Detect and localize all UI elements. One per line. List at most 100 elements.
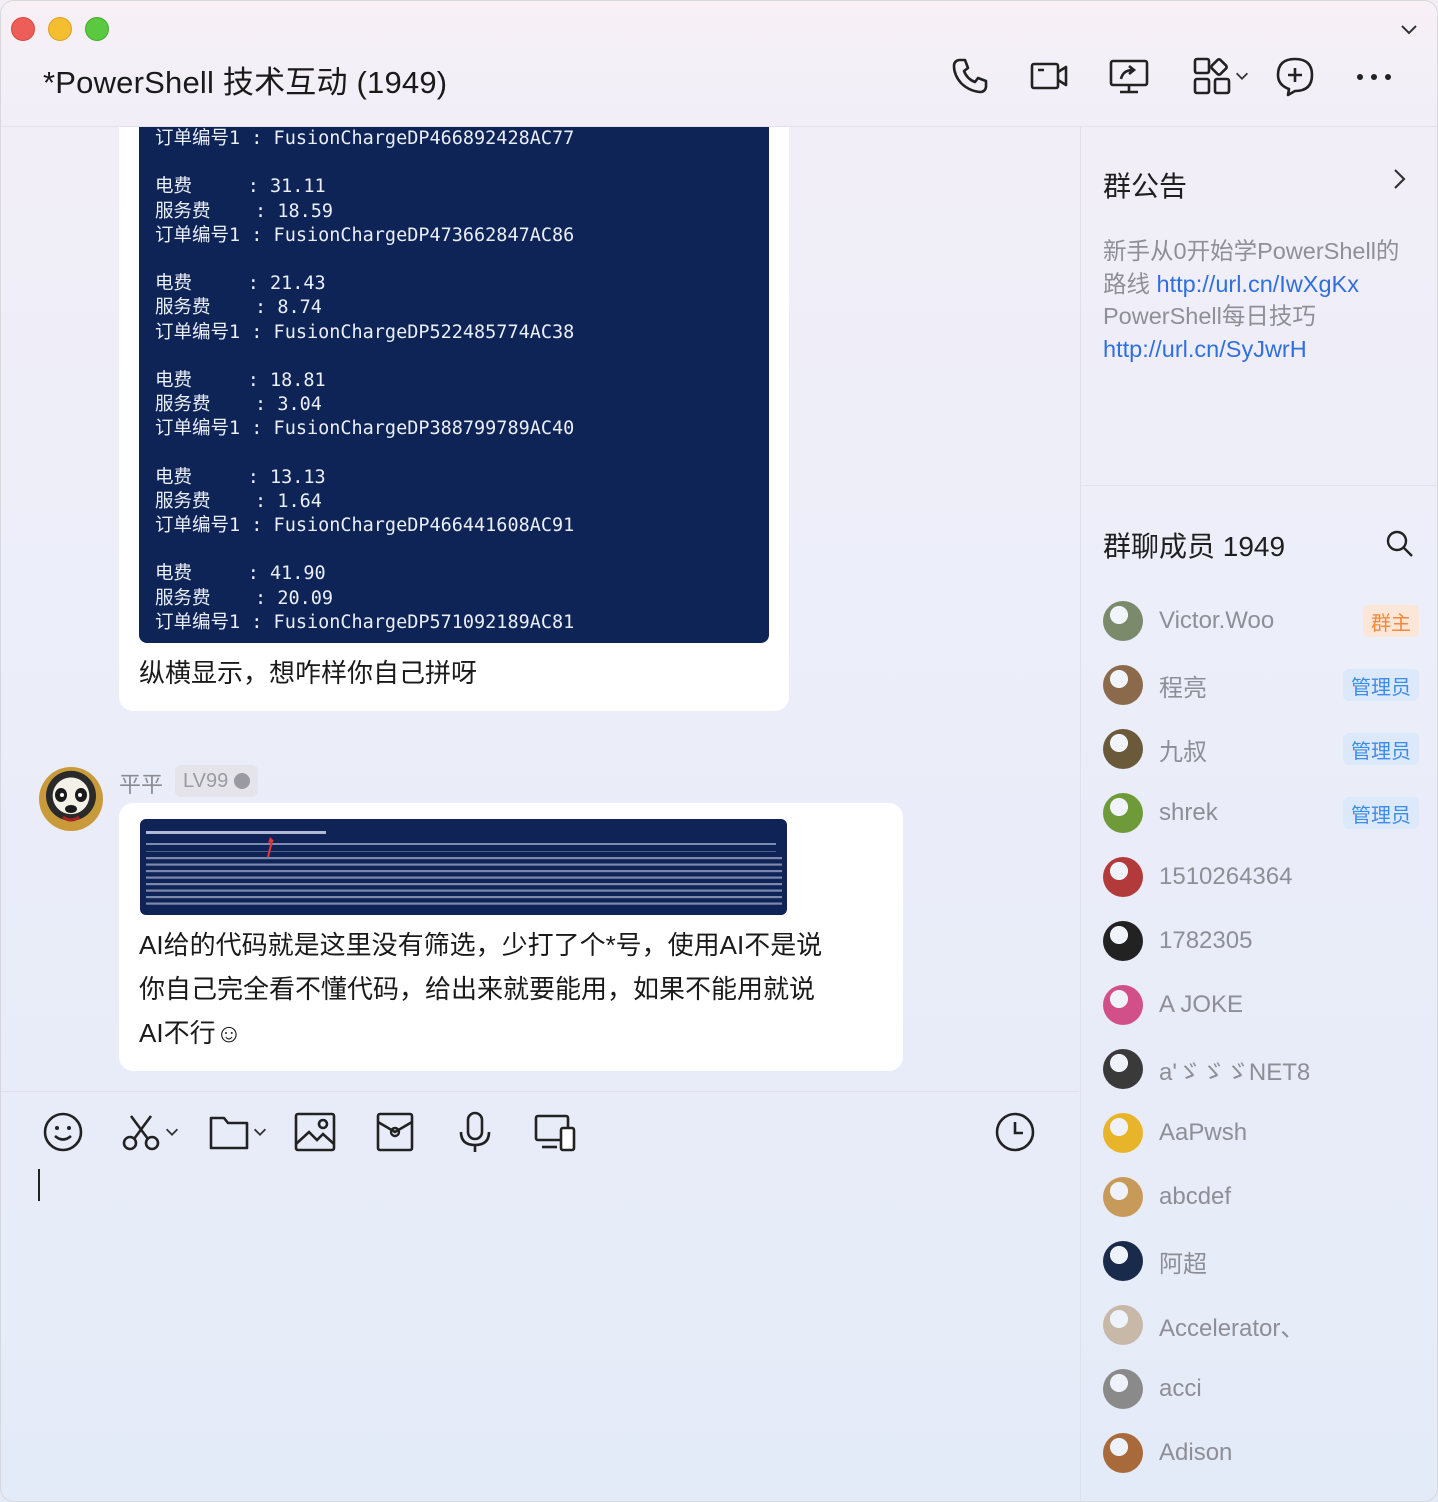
screen-share-icon [1109, 59, 1149, 94]
sender-avatar[interactable] [39, 767, 103, 831]
terminal-screenshot[interactable]: 订单编号1 : FusionChargeDP466892428AC77 电费 : … [139, 127, 769, 643]
member-item[interactable]: 1510264364 [1103, 853, 1419, 901]
notice-title[interactable]: 群公告 [1103, 165, 1187, 205]
voice-call-button[interactable] [947, 53, 993, 99]
terminal-line: 电费 : 13.13 [155, 466, 326, 488]
terminal-line: 订单编号1 : FusionChargeDP522485774AC38 [155, 321, 575, 343]
device-button[interactable] [533, 1109, 577, 1155]
members-title: 群聊成员 1949 [1103, 531, 1286, 562]
terminal-line: 电费 : 21.43 [155, 273, 326, 295]
red-packet-button[interactable] [373, 1109, 417, 1155]
terminal-line: 服务费 : 8.74 [155, 297, 322, 319]
search-icon[interactable] [1385, 529, 1415, 559]
member-item[interactable]: abcdef [1103, 1173, 1419, 1221]
terminal-line: 订单编号1 : FusionChargeDP466892428AC77 [155, 128, 575, 149]
history-button[interactable] [993, 1109, 1037, 1155]
close-window-button[interactable] [11, 17, 35, 41]
member-name: A JOKE [1159, 991, 1244, 1018]
member-avatar [1103, 1177, 1143, 1217]
message-list[interactable]: 订单编号1 : FusionChargeDP466892428AC77 电费 : … [1, 127, 1079, 1091]
member-name: a'ゞゞゞNET8 [1159, 1058, 1311, 1086]
message-line: AI给的代码就是这里没有筛选，少打了个*号，使用AI不是说 [139, 930, 823, 960]
emoji-button[interactable] [41, 1109, 85, 1155]
member-name: abcdef [1159, 1183, 1232, 1210]
member-name: acci [1159, 1375, 1202, 1402]
member-item[interactable]: 程亮 管理员 [1103, 661, 1419, 709]
phone-icon [952, 58, 988, 94]
member-avatar [1103, 921, 1143, 961]
chevron-right-icon[interactable] [1387, 167, 1411, 191]
terminal-line: 电费 : 41.90 [155, 563, 326, 585]
folder-icon [209, 1116, 249, 1150]
microphone-icon [459, 1111, 491, 1152]
member-name: 1510264364 [1159, 863, 1293, 890]
level-text: LV99 [183, 769, 229, 792]
member-item[interactable]: Adison [1103, 1429, 1419, 1477]
level-dot-icon [234, 773, 251, 789]
table-screenshot-image [146, 831, 782, 905]
member-avatar [1103, 1241, 1143, 1281]
screen-share-button[interactable] [1106, 53, 1152, 99]
file-button[interactable] [207, 1109, 269, 1155]
screenshot-button[interactable] [119, 1109, 181, 1155]
terminal-line: 电费 : 31.11 [155, 176, 326, 198]
member-item[interactable]: 1782305 [1103, 917, 1419, 965]
notice-link[interactable]: http://url.cn/IwXgKx [1157, 271, 1359, 297]
admin-badge: 管理员 [1343, 733, 1419, 765]
member-avatar [1103, 857, 1143, 897]
notice-text: PowerShell每日技巧 [1103, 303, 1316, 329]
minimize-window-button[interactable] [48, 17, 72, 41]
qq-chat-window: *PowerShell 技术互动 (1949) 订单编号1 : FusionCh… [0, 0, 1438, 1502]
member-avatar [1103, 985, 1143, 1025]
member-item[interactable]: Victor.Woo 群主 [1103, 597, 1419, 645]
member-name: Accelerator、 [1159, 1314, 1305, 1342]
member-avatar [1103, 1305, 1143, 1345]
member-item[interactable]: acci [1103, 1365, 1419, 1413]
video-icon [1030, 62, 1068, 90]
member-item[interactable]: a'ゞゞゞNET8 [1103, 1045, 1419, 1093]
member-name: Victor.Woo [1159, 607, 1275, 634]
terminal-line: 订单编号1 : FusionChargeDP388799789AC40 [155, 418, 575, 440]
member-item[interactable]: 阿超 [1103, 1237, 1419, 1285]
voice-message-button[interactable] [453, 1109, 497, 1155]
member-item[interactable]: AaPwsh [1103, 1109, 1419, 1157]
chevron-down-icon[interactable] [1399, 19, 1419, 39]
image-attachment[interactable] [140, 819, 787, 915]
member-name: shrek [1159, 799, 1218, 826]
more-button[interactable] [1351, 53, 1397, 99]
history-icon [995, 1112, 1035, 1152]
message-text: AI给的代码就是这里没有筛选，少打了个*号，使用AI不是说 你自己完全看不懂代码… [139, 923, 822, 1055]
message-text: 纵横显示，想咋样你自己拼呀 [139, 658, 478, 688]
apps-button[interactable] [1186, 53, 1256, 99]
member-item[interactable]: A JOKE [1103, 981, 1419, 1029]
panda-avatar-icon [55, 788, 87, 822]
add-chat-button[interactable] [1272, 53, 1318, 99]
scissors-icon [122, 1115, 160, 1151]
video-call-button[interactable] [1026, 53, 1072, 99]
zoom-window-button[interactable] [85, 17, 109, 41]
owner-badge: 群主 [1363, 605, 1419, 637]
level-badge: LV99 [175, 765, 259, 797]
image-button[interactable] [293, 1109, 337, 1155]
add-chat-icon [1276, 57, 1314, 97]
image-icon [294, 1112, 336, 1152]
terminal-line: 订单编号1 : FusionChargeDP473662847AC86 [155, 224, 575, 246]
member-item[interactable]: Accelerator、 [1103, 1301, 1419, 1349]
member-item[interactable]: 九叔 管理员 [1103, 725, 1419, 773]
notice-content: 新手从0开始学PowerShell的路线 http://url.cn/IwXgK… [1103, 235, 1419, 365]
more-icon [1357, 74, 1391, 80]
terminal-line: 订单编号1 : FusionChargeDP571092189AC81 [155, 611, 575, 633]
sender-name[interactable]: 平平 [119, 767, 163, 799]
text-cursor [38, 1169, 40, 1201]
member-name: Adison [1159, 1439, 1233, 1466]
member-avatar [1103, 601, 1143, 641]
notice-link[interactable]: http://url.cn/SyJwrH [1103, 336, 1307, 362]
terminal-line: 服务费 : 1.64 [155, 490, 322, 512]
chevron-down-icon [253, 1128, 267, 1136]
member-avatar [1103, 1049, 1143, 1089]
member-item[interactable]: shrek 管理员 [1103, 789, 1419, 837]
